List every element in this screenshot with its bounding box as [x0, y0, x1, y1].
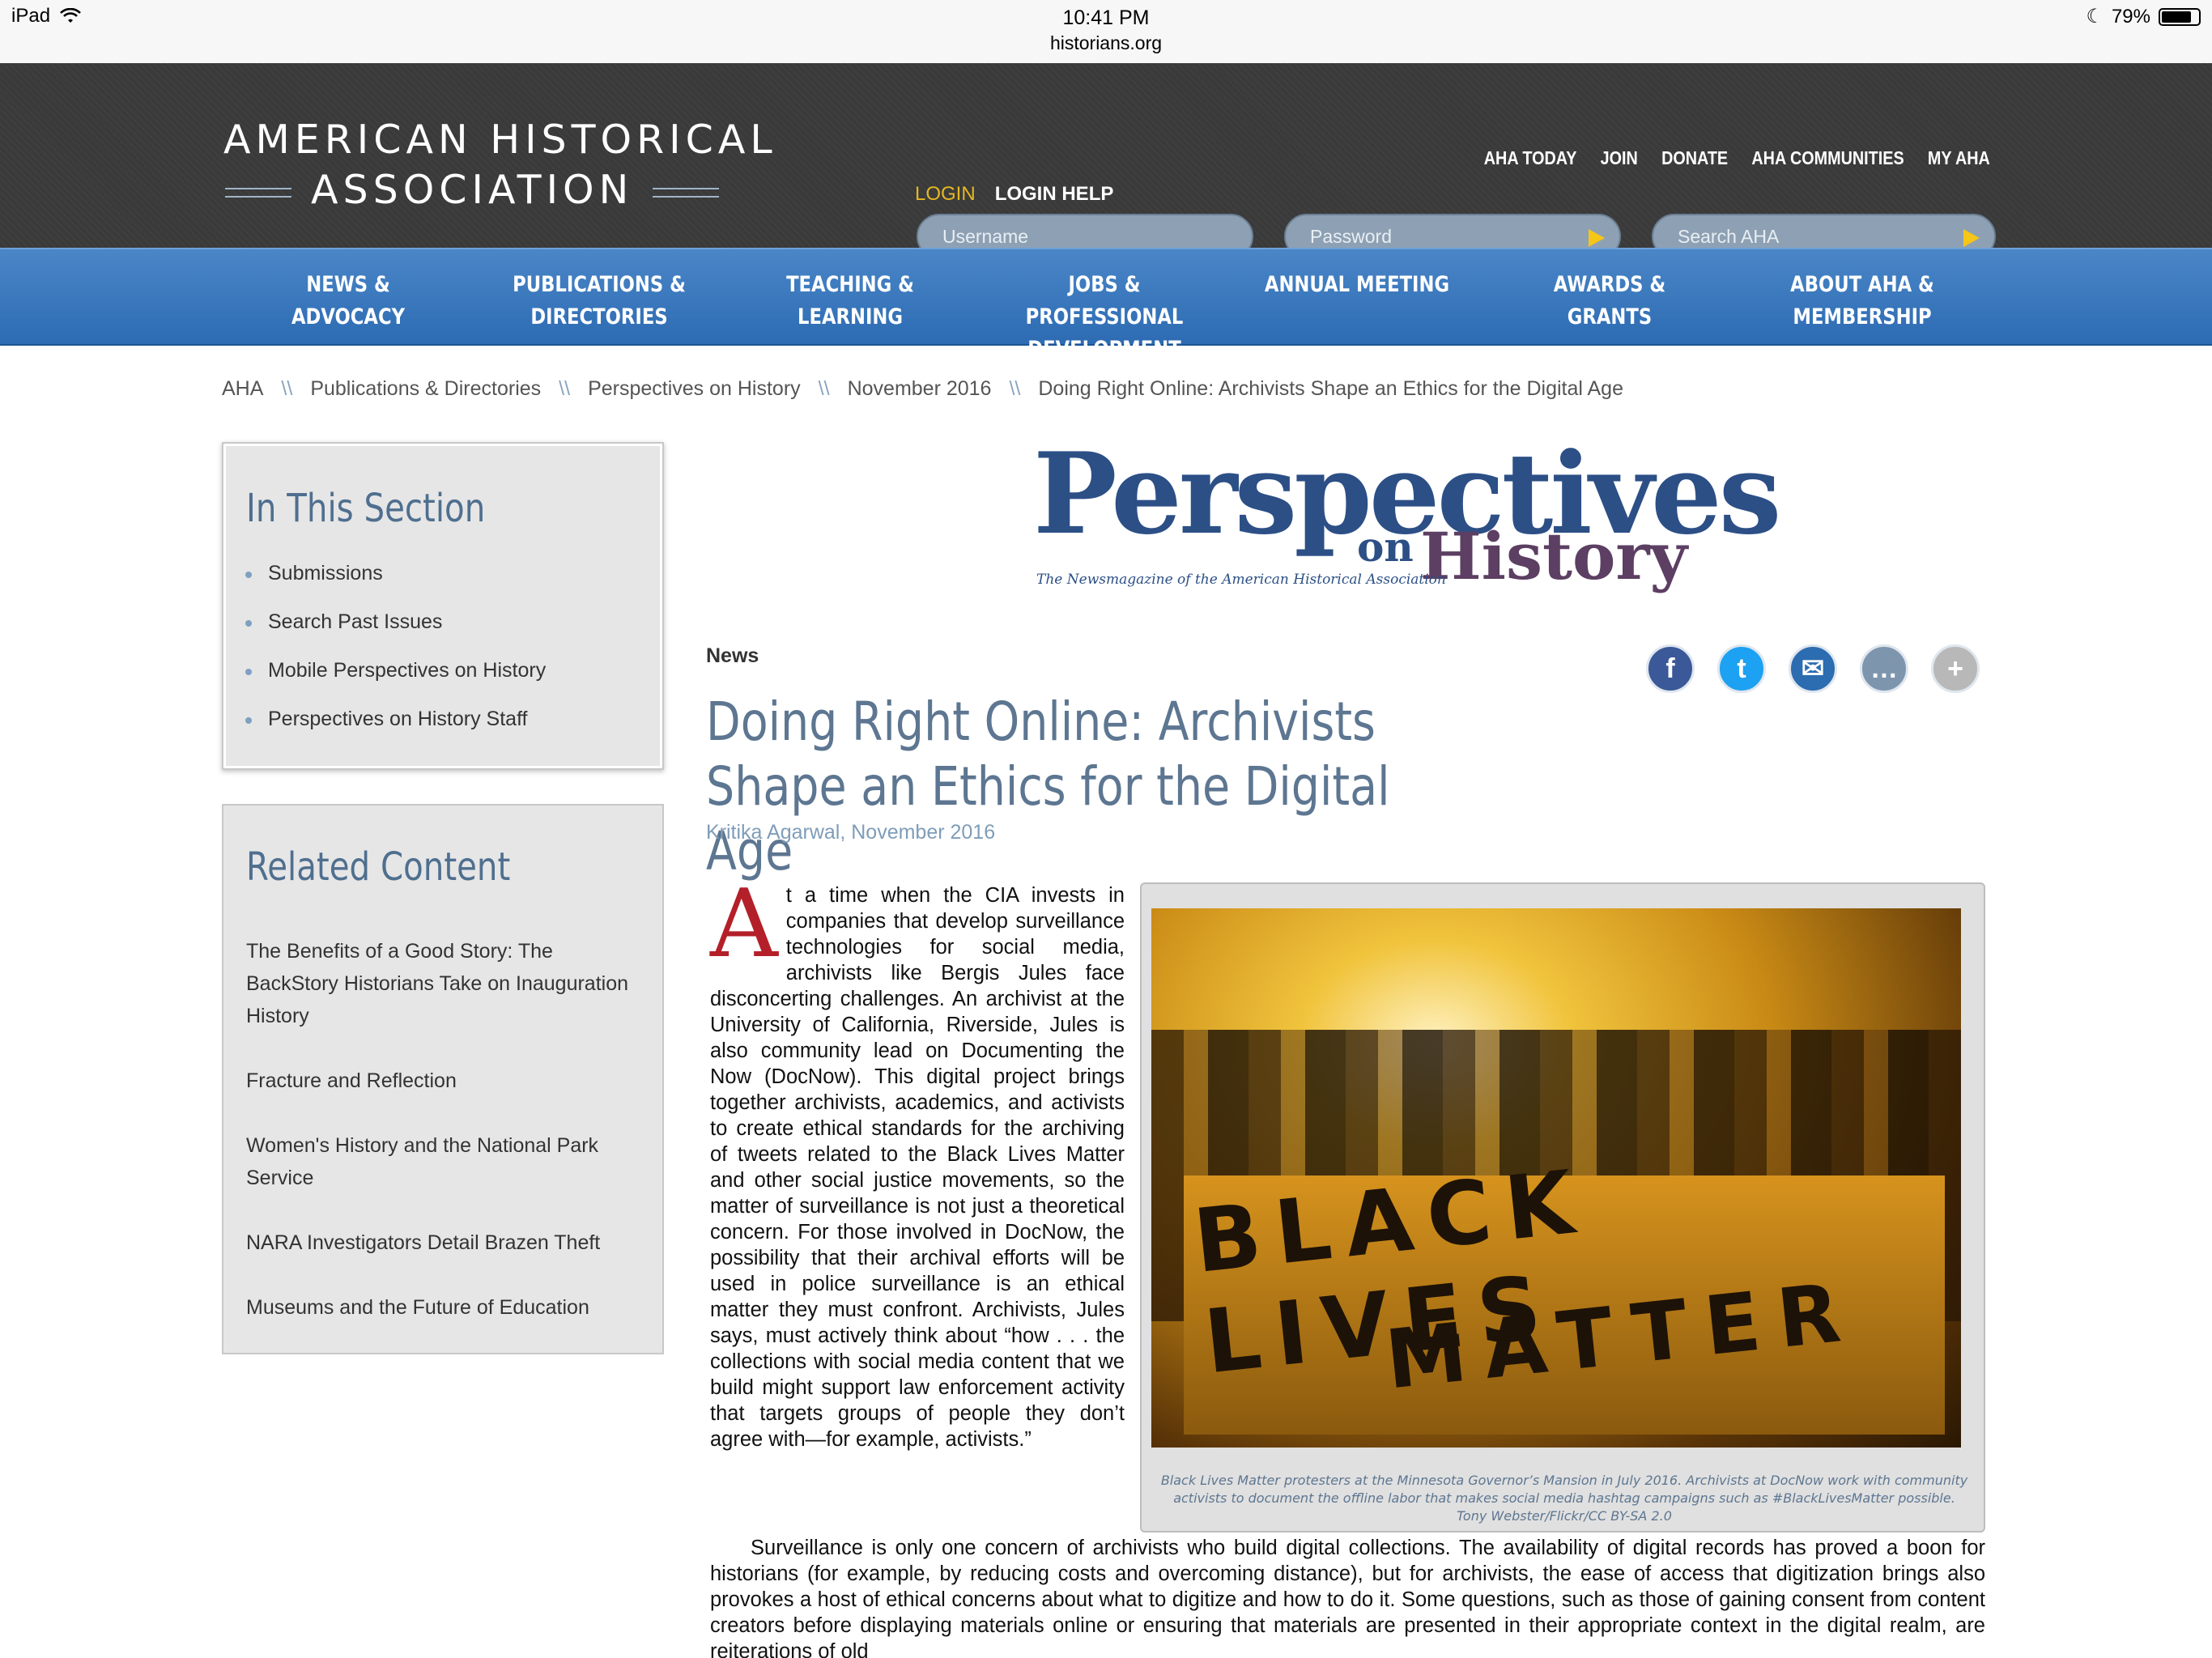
status-right: ☾ 79%: [2086, 5, 2201, 28]
perspectives-masthead[interactable]: Perspectives on History The Newsmagazine…: [1033, 437, 1781, 607]
breadcrumb-publications[interactable]: Publications & Directories: [310, 377, 541, 401]
logo-line-2-row: ASSOCIATION: [225, 165, 777, 215]
logo-rule-left: [225, 188, 291, 198]
mainnav-line-1: TEACHING & LEARNING: [786, 272, 914, 329]
address-bar[interactable]: historians.org: [0, 31, 2212, 55]
mainnav-teaching[interactable]: TEACHING & LEARNING: [734, 269, 966, 334]
protest-photo[interactable]: BLACK LIVES MATTER: [1151, 908, 1961, 1448]
aha-logo[interactable]: AMERICAN HISTORICAL ASSOCIATION: [223, 115, 777, 215]
search-placeholder: Search AHA: [1678, 226, 1780, 247]
nav-aha-communities[interactable]: AHA COMMUNITIES: [1752, 147, 1904, 169]
section-heading: In This Section: [246, 486, 486, 531]
article-title: Doing Right Online: Archivists Shape an …: [706, 691, 1390, 882]
article-category: News: [706, 644, 759, 667]
drop-cap: A: [710, 869, 778, 979]
plus-icon[interactable]: +: [1931, 644, 1980, 693]
breadcrumb-separator: \\: [1009, 377, 1021, 400]
related-link[interactable]: NARA Investigators Detail Brazen Theft: [246, 1226, 643, 1259]
login-link[interactable]: LOGIN: [915, 183, 976, 206]
section-link-submissions[interactable]: Submissions: [245, 562, 383, 585]
breadcrumb: AHA \\ Publications & Directories \\ Per…: [222, 377, 1623, 401]
mainnav-publications[interactable]: PUBLICATIONS & DIRECTORIES: [504, 269, 694, 334]
mainnav-news-advocacy[interactable]: NEWS & ADVOCACY: [253, 269, 443, 334]
clock: 10:41 PM: [1062, 6, 1150, 29]
mainnav-line-1: AWARDS & GRANTS: [1553, 272, 1666, 329]
article-byline: Kritika Agarwal, November 2016: [706, 821, 996, 844]
masthead-tagline: The Newsmagazine of the American Histori…: [1036, 572, 1446, 588]
breadcrumb-issue[interactable]: November 2016: [848, 377, 992, 401]
masthead-on: on: [1357, 523, 1414, 571]
related-link[interactable]: The Benefits of a Good Story: The BackSt…: [246, 935, 643, 1032]
breadcrumb-current: Doing Right Online: Archivists Shape an …: [1038, 377, 1623, 400]
mainnav-line-1: ANNUAL MEETING: [1264, 272, 1450, 297]
mainnav-line-2: DIRECTORIES: [530, 304, 668, 329]
mainnav-line-1: PUBLICATIONS &: [513, 272, 686, 297]
mainnav-line-1: JOBS & PROFESSIONAL: [1025, 272, 1184, 329]
mainnav-annual-meeting[interactable]: ANNUAL MEETING: [1261, 269, 1452, 301]
login-links: LOGIN LOGIN HELP: [915, 183, 1113, 206]
breadcrumb-separator: \\: [281, 377, 293, 400]
login-help-link[interactable]: LOGIN HELP: [995, 183, 1114, 206]
article-paragraph-2: Surveillance is only one concern of arch…: [710, 1537, 1985, 1658]
mainnav-jobs[interactable]: JOBS & PROFESSIONAL DEVELOPMENT: [996, 269, 1214, 366]
related-link[interactable]: Museums and the Future of Education: [246, 1291, 643, 1324]
mainnav-about[interactable]: ABOUT AHA & MEMBERSHIP: [1767, 269, 1957, 334]
section-link-staff[interactable]: Perspectives on History Staff: [245, 708, 528, 731]
status-center: 10:41 PM historians.org: [0, 5, 2212, 55]
site-header: AMERICAN HISTORICAL ASSOCIATION AHA TODA…: [0, 63, 2212, 259]
search-submit-arrow-icon[interactable]: [1963, 229, 1980, 247]
mainnav-line-2: DEVELOPMENT: [1027, 337, 1181, 362]
share-buttons: f t ✉ … +: [1646, 644, 1980, 693]
in-this-section-box: In This Section Submissions Search Past …: [222, 442, 664, 770]
article-paragraph-1: A t a time when the CIA invests in compa…: [710, 869, 1125, 1452]
masthead-history: History: [1420, 518, 1687, 594]
article-figure: BLACK LIVES MATTER Black Lives Matter pr…: [1140, 882, 1985, 1533]
breadcrumb-perspectives[interactable]: Perspectives on History: [588, 377, 801, 401]
logo-line-1: AMERICAN HISTORICAL: [223, 117, 777, 163]
section-link-mobile[interactable]: Mobile Perspectives on History: [245, 659, 546, 682]
related-link[interactable]: Fracture and Reflection: [246, 1065, 643, 1097]
related-content-box: Related Content The Benefits of a Good S…: [222, 804, 664, 1354]
breadcrumb-separator: \\: [818, 377, 830, 400]
nav-join[interactable]: JOIN: [1601, 147, 1638, 169]
moon-icon: ☾: [2086, 6, 2104, 28]
facebook-icon[interactable]: f: [1646, 644, 1695, 693]
main-nav: NEWS & ADVOCACY PUBLICATIONS & DIRECTORIE…: [0, 248, 2212, 362]
mainnav-line-2: MEMBERSHIP: [1793, 304, 1932, 329]
comment-icon[interactable]: …: [1860, 644, 1908, 693]
password-placeholder: Password: [1310, 226, 1392, 247]
nav-my-aha[interactable]: MY AHA: [1928, 147, 1990, 169]
mainnav-line-1: ABOUT AHA &: [1790, 272, 1934, 297]
battery-icon: [2159, 7, 2201, 26]
twitter-icon[interactable]: t: [1717, 644, 1766, 693]
battery-percent: 79%: [2111, 5, 2150, 28]
breadcrumb-separator: \\: [559, 377, 571, 400]
logo-line-2: ASSOCIATION: [311, 167, 634, 213]
related-link[interactable]: Women's History and the National Park Se…: [246, 1129, 643, 1194]
mainnav-line-1: NEWS & ADVOCACY: [291, 272, 406, 329]
mainnav-awards[interactable]: AWARDS & GRANTS: [1514, 269, 1704, 334]
figure-caption: Black Lives Matter protesters at the Min…: [1160, 1473, 1968, 1524]
nav-donate[interactable]: DONATE: [1661, 147, 1728, 169]
section-link-search-past[interactable]: Search Past Issues: [245, 610, 442, 634]
email-icon[interactable]: ✉: [1789, 644, 1837, 693]
utility-nav: AHA TODAY JOIN DONATE AHA COMMUNITIES MY…: [1484, 147, 1990, 169]
related-heading: Related Content: [246, 844, 511, 890]
breadcrumb-aha[interactable]: AHA: [222, 377, 263, 401]
nav-aha-today[interactable]: AHA TODAY: [1484, 147, 1577, 169]
login-submit-arrow-icon[interactable]: [1589, 229, 1605, 247]
ios-status-bar: iPad 10:41 PM historians.org ☾ 79%: [0, 0, 2212, 63]
logo-rule-right: [653, 188, 720, 198]
username-placeholder: Username: [942, 226, 1029, 247]
